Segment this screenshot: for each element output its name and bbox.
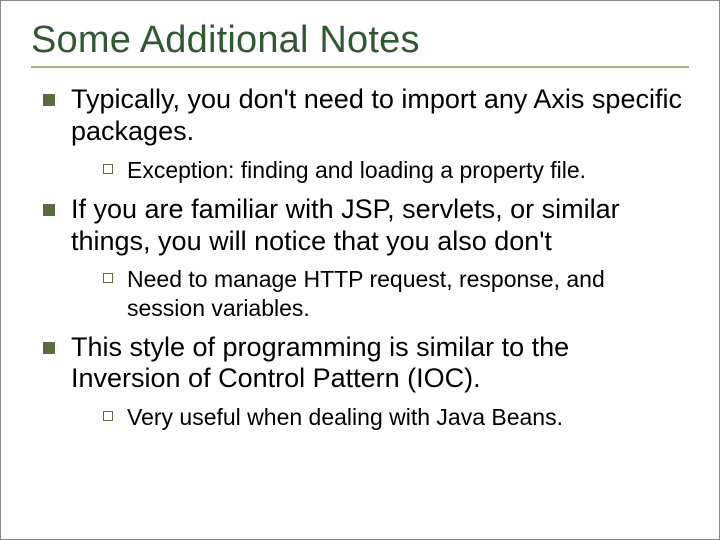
list-item: This style of programming is similar to … xyxy=(37,332,683,432)
list-item-text: Exception: finding and loading a propert… xyxy=(127,157,586,183)
list-item-text: Need to manage HTTP request, response, a… xyxy=(127,266,605,320)
bullet-list: Typically, you don't need to import any … xyxy=(31,84,689,431)
list-item-text: This style of programming is similar to … xyxy=(71,332,569,394)
sub-list: Exception: finding and loading a propert… xyxy=(71,156,683,184)
list-item: Exception: finding and loading a propert… xyxy=(99,156,683,184)
list-item: If you are familiar with JSP, servlets, … xyxy=(37,194,683,322)
list-item-text: Very useful when dealing with Java Beans… xyxy=(127,404,563,430)
sub-list: Need to manage HTTP request, response, a… xyxy=(71,265,683,321)
list-item-text: Typically, you don't need to import any … xyxy=(71,84,682,146)
list-item-text: If you are familiar with JSP, servlets, … xyxy=(71,194,620,256)
slide-container: { "title": "Some Additional Notes", "bul… xyxy=(0,0,720,540)
sub-list: Very useful when dealing with Java Beans… xyxy=(71,403,683,431)
slide-title: Some Additional Notes xyxy=(31,19,689,62)
list-item: Very useful when dealing with Java Beans… xyxy=(99,403,683,431)
list-item: Need to manage HTTP request, response, a… xyxy=(99,265,683,321)
title-rule: Some Additional Notes xyxy=(31,19,689,68)
list-item: Typically, you don't need to import any … xyxy=(37,84,683,184)
